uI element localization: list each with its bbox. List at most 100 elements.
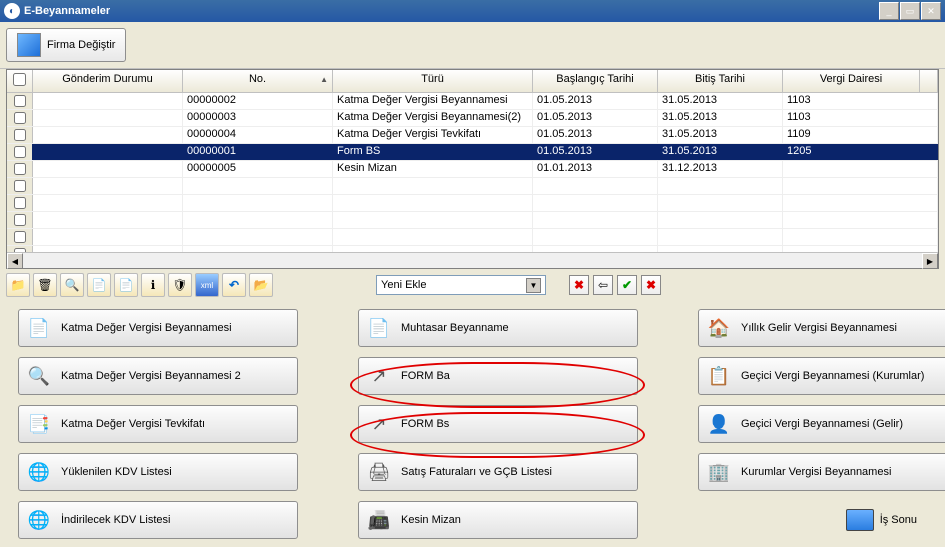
delete-button[interactable]: ✖ xyxy=(641,275,661,295)
table-row[interactable]: 00000004Katma Değer Vergisi Tevkifatı01.… xyxy=(7,127,938,144)
ge-ici-vergi-beyannamesi-gelir--button[interactable]: 👤Geçici Vergi Beyannamesi (Gelir) xyxy=(698,405,945,443)
button-label: Katma Değer Vergisi Tevkifatı xyxy=(61,418,205,430)
button-icon: 📠 xyxy=(365,506,393,534)
zoom-icon[interactable]: 🔍 xyxy=(60,273,84,297)
confirm-button[interactable]: ✔ xyxy=(617,275,637,295)
button-label: Katma Değer Vergisi Beyannamesi 2 xyxy=(61,370,241,382)
y-klenilen-kdv-listesi-button[interactable]: 🌐 Yüklenilen KDV Listesi xyxy=(18,453,298,491)
change-firm-button[interactable]: Firma Değiştir xyxy=(6,28,126,62)
row-checkbox[interactable] xyxy=(7,195,33,211)
sat-faturalar-ve-g-b-listesi-button[interactable]: 🖨Satış Faturaları ve GÇB Listesi xyxy=(358,453,638,491)
scroll-track[interactable] xyxy=(23,253,922,268)
declarations-grid: Gönderim Durumu No. Türü Başlangıç Tarih… xyxy=(6,69,939,269)
cell-turu xyxy=(333,178,533,194)
table-row[interactable]: 00000002Katma Değer Vergisi Beyannamesi0… xyxy=(7,93,938,110)
cell-start xyxy=(533,229,658,245)
cell-no: 00000001 xyxy=(183,144,333,160)
button-label: Muhtasar Beyanname xyxy=(401,322,509,334)
button-label: Katma Değer Vergisi Beyannamesi xyxy=(61,322,232,334)
maximize-button[interactable]: ▭ xyxy=(900,2,920,20)
grid-body[interactable]: 00000002Katma Değer Vergisi Beyannamesi0… xyxy=(7,93,938,252)
header-no[interactable]: No. xyxy=(183,70,333,92)
button-icon: ↗ xyxy=(365,410,393,438)
doc1-icon[interactable]: 📄 xyxy=(87,273,111,297)
table-row[interactable]: 00000003Katma Değer Vergisi Beyannamesi(… xyxy=(7,110,938,127)
button-label: İndirilecek KDV Listesi xyxy=(61,514,170,526)
add-new-dropdown[interactable]: Yeni Ekle ▼ xyxy=(376,275,546,295)
header-bitis[interactable]: Bitiş Tarihi xyxy=(658,70,783,92)
table-row[interactable] xyxy=(7,178,938,195)
row-checkbox[interactable] xyxy=(7,229,33,245)
mid-toolbar: 📁 🗑 🔍 📄 📄 ℹ 🛡 xml ↶ 📂 Yeni Ekle ▼ ✖ ⇦ ✔ … xyxy=(0,269,945,301)
table-row[interactable] xyxy=(7,229,938,246)
button-icon: 🌐 xyxy=(25,458,53,486)
row-checkbox[interactable] xyxy=(7,93,33,109)
cell-start: 01.05.2013 xyxy=(533,127,658,143)
katma-de-er-vergisi-beyannamesi-button[interactable]: 📄 Katma Değer Vergisi Beyannamesi xyxy=(18,309,298,347)
end-session-button[interactable]: İş Sonu xyxy=(838,505,925,535)
cell-gonderim xyxy=(33,178,183,194)
table-row[interactable] xyxy=(7,212,938,229)
cancel-red-button[interactable]: ✖ xyxy=(569,275,589,295)
header-turu[interactable]: Türü xyxy=(333,70,533,92)
open-folder-icon[interactable]: 📂 xyxy=(249,273,273,297)
back-button[interactable]: ⇦ xyxy=(593,275,613,295)
button-label: Yüklenilen KDV Listesi xyxy=(61,466,172,478)
cell-vd: 1103 xyxy=(783,93,938,109)
row-checkbox[interactable] xyxy=(7,110,33,126)
katma-de-er-vergisi-beyannamesi-2-button[interactable]: 🔍Katma Değer Vergisi Beyannamesi 2 xyxy=(18,357,298,395)
table-row[interactable]: 00000001Form BS01.05.201331.05.20131205 xyxy=(7,144,938,161)
form-bs-button[interactable]: ↗FORM Bs xyxy=(358,405,638,443)
muhtasar-beyanname-button[interactable]: 📄 Muhtasar Beyanname xyxy=(358,309,638,347)
button-label: Yıllık Gelir Vergisi Beyannamesi xyxy=(741,322,897,334)
form-ba-button[interactable]: ↗FORM Ba xyxy=(358,357,638,395)
header-baslangic[interactable]: Başlangıç Tarihi xyxy=(533,70,658,92)
cell-vd: 1205 xyxy=(783,144,938,160)
folder-icon[interactable]: 📁 xyxy=(6,273,30,297)
button-column-2: 📄 Muhtasar Beyanname ↗FORM Ba ↗FORM Bs 🖨Satı… xyxy=(358,309,638,539)
cell-gonderim xyxy=(33,144,183,160)
cell-start xyxy=(533,195,658,211)
button-icon: 📄 xyxy=(365,314,393,342)
cell-no xyxy=(183,195,333,211)
row-checkbox[interactable] xyxy=(7,178,33,194)
header-vergi[interactable]: Vergi Dairesi xyxy=(783,70,920,92)
action-buttons-area: 📄 Katma Değer Vergisi Beyannamesi 🔍Katma D… xyxy=(0,301,945,547)
scroll-right-button[interactable]: ▶ xyxy=(922,253,938,269)
row-checkbox[interactable] xyxy=(7,212,33,228)
button-label: Geçici Vergi Beyannamesi (Kurumlar) xyxy=(741,370,924,382)
window-title: E-Beyannameler xyxy=(24,5,879,17)
button-icon: 🏢 xyxy=(705,458,733,486)
katma-de-er-vergisi-tevkifat--button[interactable]: 📑Katma Değer Vergisi Tevkifatı xyxy=(18,405,298,443)
row-checkbox[interactable] xyxy=(7,127,33,143)
kurumlar-vergisi-beyannamesi-button[interactable]: 🏢Kurumlar Vergisi Beyannamesi xyxy=(698,453,945,491)
scroll-left-button[interactable]: ◀ xyxy=(7,253,23,269)
button-icon: ↗ xyxy=(365,362,393,390)
header-checkbox[interactable] xyxy=(7,70,33,92)
header-scroll-pad xyxy=(920,70,938,92)
trash-icon[interactable]: 🗑 xyxy=(33,273,57,297)
doc2-icon[interactable]: 📄 xyxy=(114,273,138,297)
shield-icon[interactable]: 🛡 xyxy=(168,273,192,297)
horizontal-scrollbar[interactable]: ◀ ▶ xyxy=(7,252,938,268)
cell-end: 31.05.2013 xyxy=(658,127,783,143)
i-ndirilecek-kdv-listesi-button[interactable]: 🌐İndirilecek KDV Listesi xyxy=(18,501,298,539)
row-checkbox[interactable] xyxy=(7,161,33,177)
table-row[interactable] xyxy=(7,195,938,212)
undo-icon[interactable]: ↶ xyxy=(222,273,246,297)
button-icon: 📄 xyxy=(25,314,53,342)
row-checkbox[interactable] xyxy=(7,144,33,160)
cell-turu: Kesin Mizan xyxy=(333,161,533,177)
cell-gonderim xyxy=(33,229,183,245)
ge-ici-vergi-beyannamesi-kurumlar--button[interactable]: 📋Geçici Vergi Beyannamesi (Kurumlar) xyxy=(698,357,945,395)
change-firm-label: Firma Değiştir xyxy=(47,39,115,51)
minimize-button[interactable]: _ xyxy=(879,2,899,20)
y-ll-k-gelir-vergisi-beyannamesi-button[interactable]: 🏠Yıllık Gelir Vergisi Beyannamesi xyxy=(698,309,945,347)
close-button[interactable]: ✕ xyxy=(921,2,941,20)
kesin-mizan-button[interactable]: 📠Kesin Mizan xyxy=(358,501,638,539)
info-icon[interactable]: ℹ xyxy=(141,273,165,297)
table-row[interactable]: 00000005Kesin Mizan01.01.201331.12.2013 xyxy=(7,161,938,178)
header-gonderim[interactable]: Gönderim Durumu xyxy=(33,70,183,92)
cell-turu xyxy=(333,212,533,228)
xml-icon[interactable]: xml xyxy=(195,273,219,297)
